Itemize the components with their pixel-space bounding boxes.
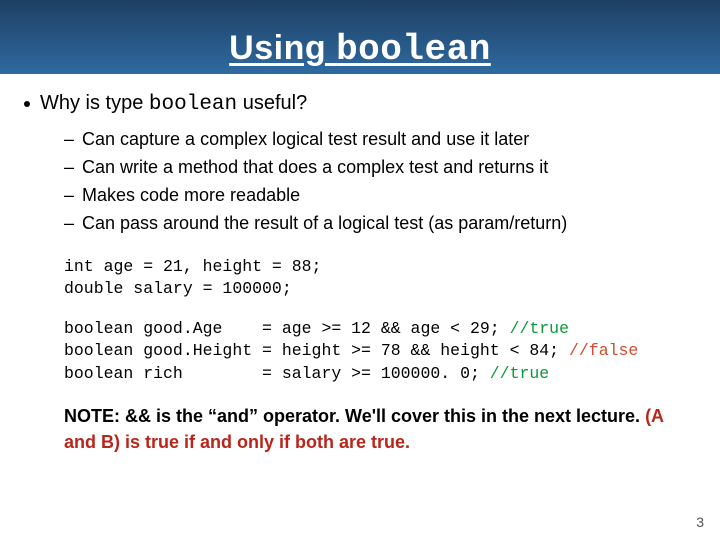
code-comment: //true <box>510 319 569 338</box>
list-item: –Can write a method that does a complex … <box>64 154 696 182</box>
code-line: boolean good.Height = height >= 78 && he… <box>64 340 696 362</box>
list-item: –Makes code more readable <box>64 182 696 210</box>
bullet-before: Why is type <box>40 92 149 114</box>
code-block-1: int age = 21, height = 88;double salary … <box>64 256 696 301</box>
code-block-2: boolean good.Age = age >= 12 && age < 29… <box>64 318 696 385</box>
slide-title: Using boolean <box>229 29 491 70</box>
code-pre: boolean good.Height = height >= 78 && he… <box>64 341 569 360</box>
title-prefix: Using <box>229 29 336 67</box>
main-bullet: Why is type boolean useful? <box>24 92 696 116</box>
dash-icon: – <box>64 210 82 238</box>
note-text: NOTE: && is the “and” operator. We'll co… <box>64 403 696 455</box>
bullet-mono: boolean <box>149 93 237 116</box>
bullet-after: useful? <box>237 92 307 114</box>
code-pre: boolean rich = salary >= 100000. 0; <box>64 364 490 383</box>
code-comment: //true <box>490 364 549 383</box>
code-line: boolean rich = salary >= 100000. 0; //tr… <box>64 363 696 385</box>
code-comment: //false <box>569 341 638 360</box>
code-line: int age = 21, height = 88; <box>64 256 696 278</box>
code-line: double salary = 100000; <box>64 278 696 300</box>
dash-icon: – <box>64 126 82 154</box>
page-number: 3 <box>696 514 704 530</box>
list-item-text: Makes code more readable <box>82 182 300 210</box>
bullet-text: Why is type boolean useful? <box>40 92 307 116</box>
list-item-text: Can pass around the result of a logical … <box>82 210 567 238</box>
list-item: –Can pass around the result of a logical… <box>64 210 696 238</box>
slide-content: Why is type boolean useful? –Can capture… <box>0 74 720 455</box>
bullet-dot-icon <box>24 101 30 107</box>
sub-bullet-list: –Can capture a complex logical test resu… <box>64 126 696 238</box>
dash-icon: – <box>64 154 82 182</box>
list-item-text: Can capture a complex logical test resul… <box>82 126 529 154</box>
title-mono: boolean <box>336 29 491 70</box>
code-line: boolean good.Age = age >= 12 && age < 29… <box>64 318 696 340</box>
list-item-text: Can write a method that does a complex t… <box>82 154 548 182</box>
title-bar: Using boolean <box>0 0 720 74</box>
dash-icon: – <box>64 182 82 210</box>
list-item: –Can capture a complex logical test resu… <box>64 126 696 154</box>
note-part1: NOTE: && is the “and” operator. We'll co… <box>64 406 645 426</box>
code-pre: boolean good.Age = age >= 12 && age < 29… <box>64 319 510 338</box>
